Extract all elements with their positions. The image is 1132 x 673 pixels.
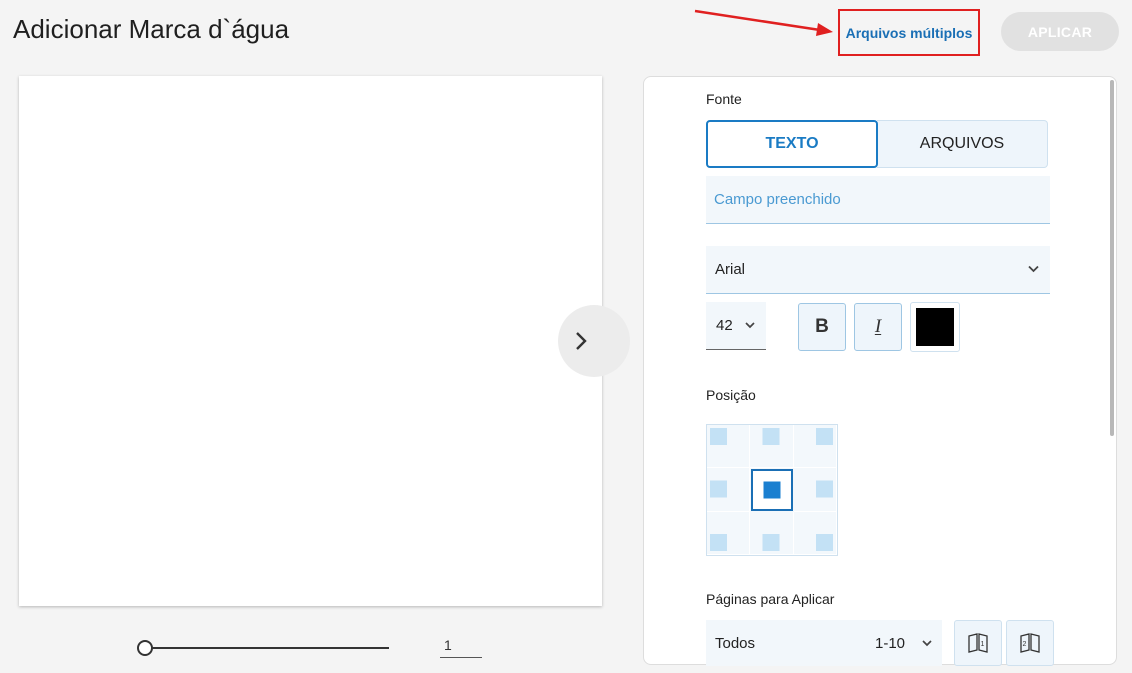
- odd-pages-button[interactable]: 1: [954, 620, 1002, 666]
- chevron-down-icon: [922, 640, 932, 647]
- source-toggle: TEXTO ARQUIVOS: [706, 120, 1048, 168]
- chevron-down-icon: [745, 322, 755, 329]
- document-preview: [19, 76, 602, 606]
- chevron-down-icon: [1028, 265, 1039, 273]
- pages-select[interactable]: Todos: [706, 620, 942, 666]
- svg-text:2: 2: [1023, 641, 1027, 648]
- position-top-center[interactable]: [750, 425, 794, 469]
- pages-select-value: Todos: [715, 635, 756, 652]
- page-title: Adicionar Marca d`água: [13, 14, 290, 44]
- page-number-input[interactable]: 1: [440, 634, 482, 658]
- tab-text[interactable]: TEXTO: [706, 120, 878, 168]
- annotation-arrow-icon: [694, 9, 833, 36]
- position-top-right[interactable]: [793, 425, 837, 469]
- bold-icon: B: [815, 316, 829, 337]
- position-middle-right[interactable]: [793, 468, 837, 512]
- position-middle-left[interactable]: [707, 468, 751, 512]
- position-top-left[interactable]: [707, 425, 751, 469]
- even-pages-button[interactable]: 2: [1006, 620, 1054, 666]
- next-page-button[interactable]: [558, 305, 630, 377]
- position-grid: [706, 424, 838, 556]
- tab-files[interactable]: ARQUIVOS: [877, 120, 1048, 168]
- font-size-value: 42: [716, 317, 733, 334]
- position-section-label: Posição: [706, 387, 756, 403]
- chevron-right-icon: [576, 332, 587, 350]
- color-picker[interactable]: [910, 302, 960, 352]
- font-section-label: Fonte: [706, 91, 742, 107]
- italic-icon: I: [874, 316, 882, 337]
- svg-text:1: 1: [981, 641, 985, 648]
- apply-button[interactable]: APLICAR: [1001, 12, 1119, 51]
- zoom-slider[interactable]: [145, 647, 389, 649]
- panel-scrollbar[interactable]: [1110, 80, 1114, 436]
- annotation-highlight-box: Arquivos múltiplos: [838, 9, 980, 56]
- position-middle-center[interactable]: [751, 469, 793, 511]
- zoom-slider-handle[interactable]: [137, 640, 153, 656]
- bold-button[interactable]: B: [798, 303, 846, 351]
- color-swatch: [916, 308, 954, 346]
- page-pair-icon: 2: [1020, 633, 1040, 653]
- font-size-select[interactable]: 42: [706, 302, 766, 350]
- position-bottom-left[interactable]: [707, 511, 751, 555]
- page-pair-icon: 1: [968, 633, 988, 653]
- multiple-files-link[interactable]: Arquivos múltiplos: [846, 25, 973, 41]
- font-family-value: Arial: [715, 261, 746, 278]
- pages-range: 1-10: [875, 635, 906, 652]
- italic-button[interactable]: I: [854, 303, 902, 351]
- watermark-text-input[interactable]: Campo preenchido: [706, 176, 1050, 224]
- position-bottom-center[interactable]: [750, 511, 794, 555]
- font-family-select[interactable]: Arial: [706, 246, 1050, 294]
- position-bottom-right[interactable]: [793, 511, 837, 555]
- pages-section-label: Páginas para Aplicar: [706, 591, 835, 607]
